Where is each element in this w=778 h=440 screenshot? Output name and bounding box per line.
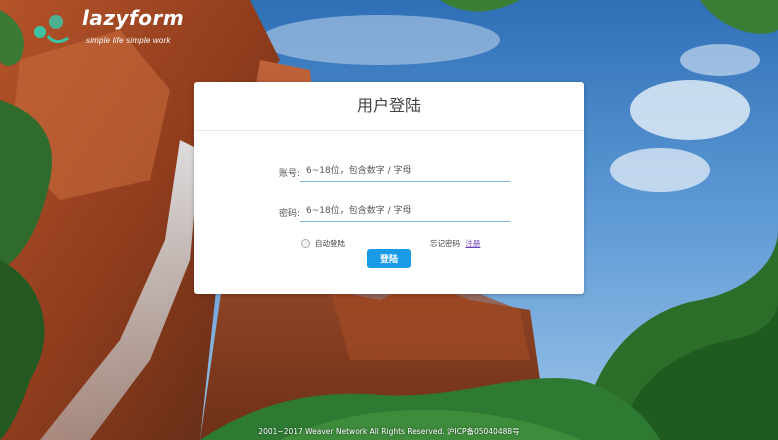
auto-login-option[interactable]: 自动登陆 [301,238,345,249]
auto-login-label: 自动登陆 [315,239,345,248]
account-links: 忘记密码 注册 [430,238,480,249]
username-label: 账号: [278,169,300,179]
auto-login-checkbox[interactable] [301,239,310,248]
footer-copyright: 2001~2017 Weaver Network All Rights Rese… [258,427,520,436]
password-input[interactable] [300,200,510,222]
logo-tagline: simple life simple work [86,36,171,45]
logo-mark-icon [34,15,69,44]
login-card: 用户登陆 账号: 密码: 自动登陆 忘记密码 注册 登陆 [194,82,584,294]
logo: lazyform simple life simple work [30,6,210,50]
login-title: 用户登陆 [194,82,584,131]
password-label: 密码: [278,209,300,219]
username-input[interactable] [300,160,510,182]
forgot-password-link[interactable]: 忘记密码 [430,239,460,248]
password-row: 密码: [194,200,584,226]
login-button[interactable]: 登陆 [367,249,411,268]
logo-name: lazyform [82,6,185,30]
register-link[interactable]: 注册 [465,239,480,248]
username-row: 账号: [194,160,584,186]
